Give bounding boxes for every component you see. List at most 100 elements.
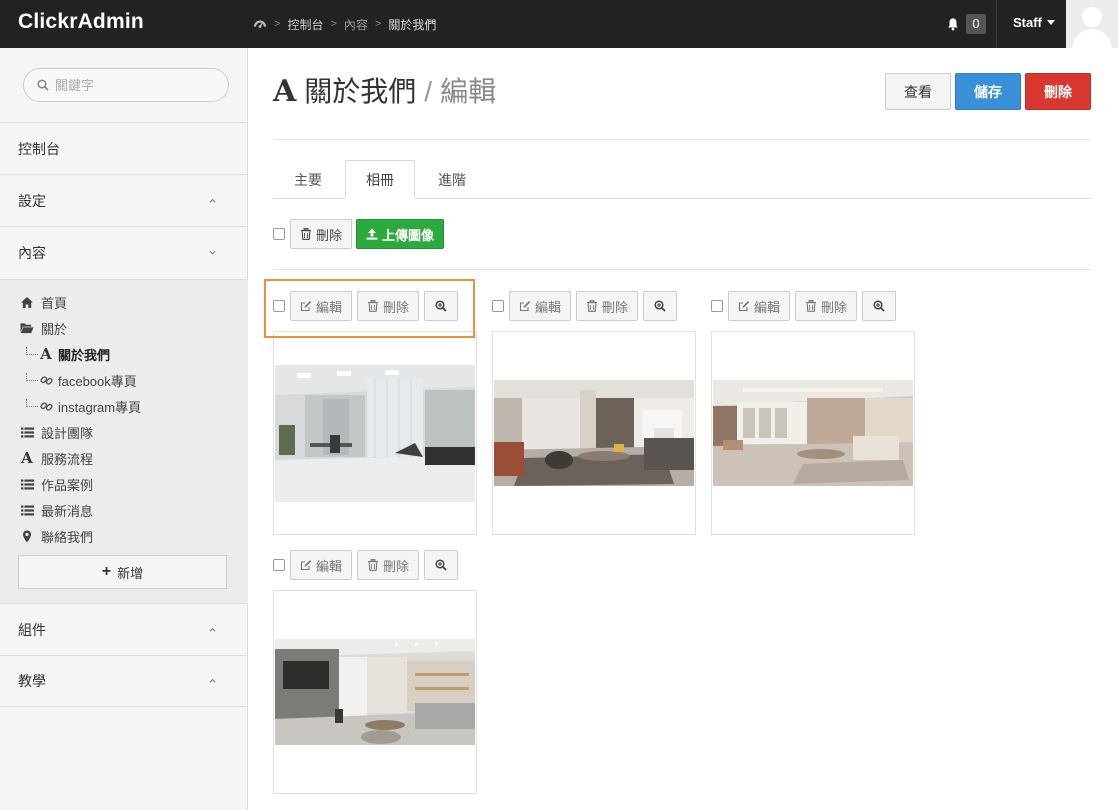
save-button[interactable]: 儲存 xyxy=(955,73,1021,110)
upload-icon xyxy=(366,228,378,240)
edit-label: 編輯 xyxy=(535,299,562,315)
edit-image-button[interactable]: 編輯 xyxy=(509,291,572,321)
sidebar-item-label: 服務流程 xyxy=(41,451,94,467)
delete-label: 刪除 xyxy=(602,299,629,315)
sidebar-section-dashboard[interactable]: 控制台 xyxy=(0,122,248,174)
folder-open-icon xyxy=(20,323,34,334)
user-avatar-icon xyxy=(1066,0,1118,48)
sidebar-item-label: 關於 xyxy=(41,321,68,337)
sidebar-section-label: 組件 xyxy=(18,621,46,638)
avatar[interactable] xyxy=(1066,0,1118,48)
interior-living-photo xyxy=(494,380,694,486)
select-all-checkbox[interactable] xyxy=(273,228,285,240)
sidebar-item-home[interactable]: 首頁 xyxy=(20,292,67,312)
sidebar-section-label: 控制台 xyxy=(18,140,60,157)
gallery-image[interactable] xyxy=(711,331,915,535)
gallery-item-checkbox[interactable] xyxy=(273,559,285,571)
edit-image-button[interactable]: 編輯 xyxy=(728,291,791,321)
upload-image-button[interactable]: 上傳圖像 xyxy=(356,219,445,249)
divider xyxy=(273,269,1091,270)
sidebar-section-settings[interactable]: 設定 xyxy=(0,174,248,226)
trash-icon xyxy=(368,559,379,571)
gallery-item-checkbox[interactable] xyxy=(711,300,723,312)
divider xyxy=(273,139,1091,140)
sidebar-item-facebook[interactable]: facebook專頁 xyxy=(26,370,137,390)
search-box[interactable] xyxy=(23,68,229,102)
sidebar-item-label: facebook專頁 xyxy=(58,373,137,389)
gallery-image[interactable] xyxy=(273,331,477,535)
interior-living-photo xyxy=(713,380,913,486)
gallery-image[interactable] xyxy=(273,590,477,794)
interior-living-photo xyxy=(275,639,475,745)
sidebar-item-design-team[interactable]: 設計團隊 xyxy=(20,422,93,442)
add-item-label: 新增 xyxy=(117,565,144,581)
edit-image-button[interactable]: 編輯 xyxy=(290,550,353,580)
chevron-up-icon xyxy=(209,627,216,632)
text-page-icon: A xyxy=(40,344,52,363)
breadcrumb-content[interactable]: 內容 xyxy=(344,16,368,33)
sidebar-item-label: instagram專頁 xyxy=(58,399,142,415)
page-title: A 關於我們 / 編輯 xyxy=(273,70,496,110)
sidebar-section-label: 內容 xyxy=(18,244,46,261)
interior-office-photo xyxy=(275,364,475,502)
sidebar-section-label: 設定 xyxy=(18,192,46,209)
caret-down-icon xyxy=(1046,19,1055,25)
text-page-icon: A xyxy=(21,448,33,467)
search-icon xyxy=(37,79,49,91)
zoom-image-button[interactable] xyxy=(862,291,897,321)
page-title-text: 關於我們 xyxy=(304,76,417,107)
gallery-image[interactable] xyxy=(492,331,696,535)
zoom-in-icon xyxy=(654,300,666,312)
view-button[interactable]: 查看 xyxy=(885,73,951,110)
sidebar-item-service-flow[interactable]: A 服務流程 xyxy=(20,448,93,468)
chevron-down-icon xyxy=(209,250,216,255)
sidebar-item-news[interactable]: 最新消息 xyxy=(20,500,93,520)
notification-count-badge: 0 xyxy=(966,14,986,34)
trash-icon xyxy=(806,300,817,312)
list-icon xyxy=(20,427,34,437)
user-name: Staff xyxy=(1013,14,1042,30)
brand-logo[interactable]: ClickrAdmin xyxy=(18,0,144,48)
gallery-item-toolbar: 編輯 刪除 xyxy=(492,291,678,321)
sidebar-section-components[interactable]: 組件 xyxy=(0,603,248,655)
bell-icon xyxy=(948,18,958,31)
sidebar-item-label: 聯絡我們 xyxy=(41,529,94,545)
sidebar-item-instagram[interactable]: instagram專頁 xyxy=(26,396,141,416)
delete-image-button[interactable]: 刪除 xyxy=(576,291,639,321)
sidebar-section-content[interactable]: 內容 xyxy=(0,226,248,278)
sidebar-item-portfolio[interactable]: 作品案例 xyxy=(20,474,93,494)
tab-album[interactable]: 相冊 xyxy=(345,160,415,199)
gallery-item-checkbox[interactable] xyxy=(492,300,504,312)
sidebar-item-about-us[interactable]: A 關於我們 xyxy=(26,344,110,364)
tab-advanced[interactable]: 進階 xyxy=(417,160,487,199)
list-icon xyxy=(20,479,34,489)
selection-highlight xyxy=(264,279,475,338)
notifications-button[interactable]: 0 xyxy=(946,0,986,48)
add-item-button[interactable]: + 新增 xyxy=(18,555,227,589)
dashboard-icon[interactable] xyxy=(253,17,267,31)
tree-connector xyxy=(26,373,38,381)
breadcrumb-dashboard[interactable]: 控制台 xyxy=(287,16,323,33)
delete-page-button[interactable]: 刪除 xyxy=(1025,73,1091,110)
main-content: A 關於我們 / 編輯 查看 儲存 刪除 主要 相冊 進階 刪除 上傳圖像 編輯 xyxy=(248,48,1118,810)
bulk-delete-button[interactable]: 刪除 xyxy=(290,219,353,249)
search-input[interactable] xyxy=(55,77,225,93)
edit-icon xyxy=(300,560,312,571)
chevron-up-icon xyxy=(209,198,216,203)
sidebar-item-about[interactable]: 關於 xyxy=(20,318,67,338)
tab-main[interactable]: 主要 xyxy=(273,160,343,199)
gallery-item-toolbar: 編輯 刪除 xyxy=(711,291,897,321)
bulk-delete-label: 刪除 xyxy=(316,227,343,243)
text-page-icon: A xyxy=(273,74,297,109)
delete-image-button[interactable]: 刪除 xyxy=(795,291,858,321)
zoom-image-button[interactable] xyxy=(424,550,459,580)
page-subtitle: 編輯 xyxy=(440,76,497,107)
sidebar-item-label: 關於我們 xyxy=(58,347,111,363)
tree-connector xyxy=(26,399,38,407)
zoom-image-button[interactable] xyxy=(643,291,678,321)
delete-image-button[interactable]: 刪除 xyxy=(357,550,420,580)
sidebar-section-tutorial[interactable]: 教學 xyxy=(0,655,248,707)
sidebar-item-contact[interactable]: 聯絡我們 xyxy=(20,526,93,546)
map-marker-icon xyxy=(23,530,31,542)
user-menu-toggle[interactable]: Staff xyxy=(1013,0,1055,44)
